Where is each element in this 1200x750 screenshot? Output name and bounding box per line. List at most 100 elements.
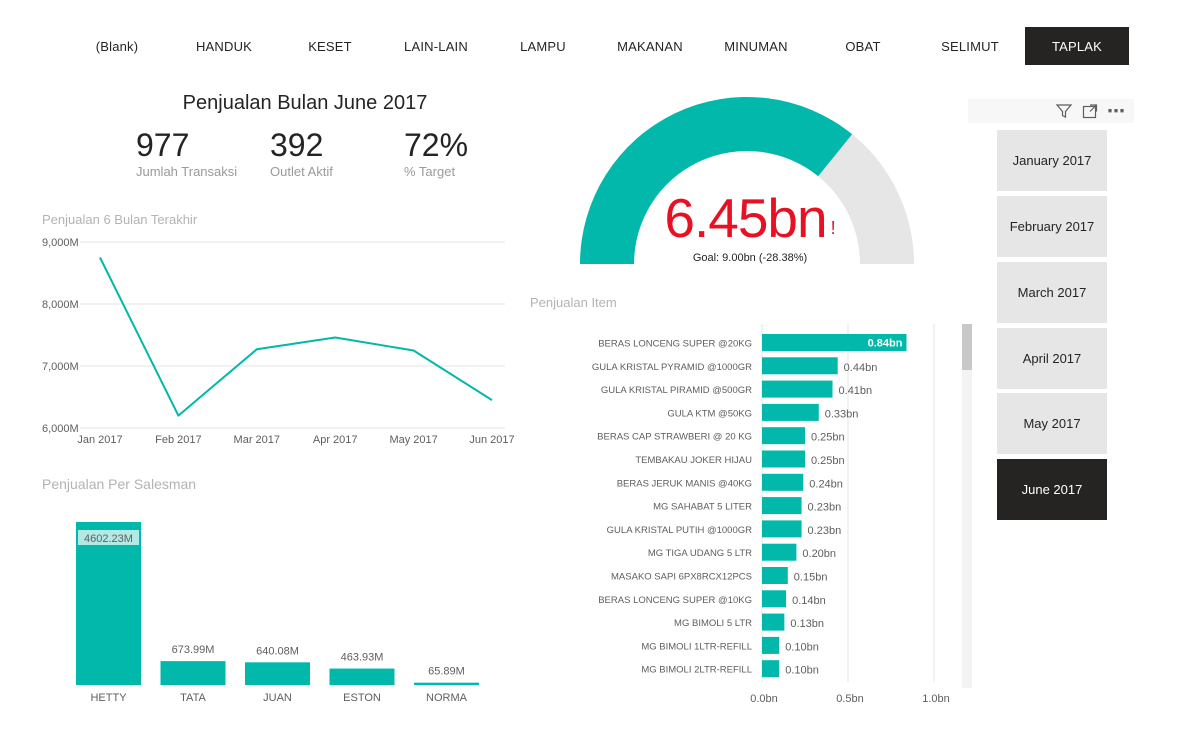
filter-icon[interactable] [1054, 101, 1074, 121]
category-item-taplak[interactable]: TAPLAK [1025, 27, 1129, 65]
item-category-label: BERAS LONCENG SUPER @20KG [598, 339, 752, 350]
item-chart-xtick: 0.5bn [836, 693, 864, 705]
salesman-bar [329, 668, 395, 685]
salesman-category-label: NORMA [426, 692, 468, 704]
item-bar [762, 567, 788, 584]
salesman-bar [245, 662, 310, 685]
item-bar [762, 497, 802, 515]
item-bar-label: 0.33bn [825, 408, 859, 420]
salesman-bar [160, 661, 226, 685]
kpi-active-outlets-value: 392 [270, 127, 324, 163]
month-item-march[interactable]: March 2017 [997, 262, 1107, 323]
item-bar [762, 660, 780, 678]
item-chart-title: Penjualan Item [530, 295, 617, 310]
salesman-chart-title: Penjualan Per Salesman [42, 476, 197, 492]
item-bar-label: 0.24bn [809, 478, 843, 490]
line-chart[interactable]: 9,000M 8,000M 7,000M 6,000MJan 2017 Feb 2017… [0, 228, 530, 453]
item-chart-xtick: 0.0bn [750, 693, 778, 705]
salesman-category-label: HETTY [90, 692, 127, 704]
month-item-june[interactable]: June 2017 [997, 459, 1107, 520]
month-item-february[interactable]: February 2017 [997, 196, 1107, 257]
line-chart-xtick: Jan 2017 [77, 434, 122, 446]
item-bar-label: 0.14bn [792, 595, 826, 607]
item-chart[interactable]: 0.0bn 0.5bn 1.0bn BERAS LONCENG SUPER @20KG… [530, 320, 980, 710]
salesman-bar-label: 640.08M [256, 645, 299, 657]
item-category-label: MG TIGA UDANG 5 LTR [648, 548, 752, 559]
item-bar [762, 613, 785, 631]
gauge-alert-icon: ! [830, 218, 836, 238]
category-item-minuman[interactable]: MINUMAN [704, 27, 808, 65]
gauge-goal: Goal: 9.00bn (-28.38%) [692, 252, 808, 264]
item-category-label: BERAS LONCENG SUPER @10KG [598, 595, 752, 606]
item-bar-label: 0.20bn [802, 548, 836, 560]
item-chart-scrollbar[interactable] [962, 324, 972, 688]
item-bar-label: 0.44bn [844, 362, 878, 374]
category-item-keset[interactable]: KESET [278, 27, 382, 65]
category-item-blank[interactable]: (Blank) [73, 27, 161, 65]
gauge-value-text: 6.45bn [664, 187, 827, 249]
item-bar [762, 450, 805, 468]
kpi-target: 72% % Target [404, 127, 468, 179]
item-bar [762, 473, 804, 491]
line-chart-ytick: 9,000M [42, 237, 79, 249]
kpi-title: Penjualan Bulan June 2017 [182, 92, 428, 114]
kpi-transactions: 977 Jumlah Transaksi [136, 127, 237, 179]
category-item-selimut[interactable]: SELIMUT [918, 27, 1022, 65]
item-category-label: MG SAHABAT 5 LITER [653, 502, 752, 513]
kpi-target-value: 72% [404, 127, 469, 163]
kpi-transactions-value: 977 [136, 127, 190, 163]
item-bar [762, 357, 838, 375]
item-bar-label: 0.41bn [839, 385, 873, 397]
item-bar-label: 0.10bn [785, 641, 819, 653]
item-category-label: MG BIMOLI 1LTR-REFILL [641, 641, 752, 652]
salesman-category-label: ESTON [343, 692, 381, 704]
item-chart-xtick: 1.0bn [922, 693, 950, 705]
item-category-label: BERAS CAP STRAWBERI @ 20 KG [597, 432, 752, 443]
month-item-january[interactable]: January 2017 [997, 130, 1107, 191]
item-bar-label: 0.84bn [868, 338, 903, 350]
kpi-transactions-label: Jumlah Transaksi [136, 164, 238, 179]
category-item-makanan[interactable]: MAKANAN [598, 27, 702, 65]
line-chart-ytick: 6,000M [42, 423, 79, 435]
line-chart-xtick: Mar 2017 [234, 434, 280, 446]
item-bar [762, 636, 780, 654]
salesman-bar-label: 463.93M [341, 652, 384, 664]
item-bar [762, 403, 819, 421]
item-category-label: MG BIMOLI 5 LTR [674, 618, 752, 629]
salesman-chart[interactable]: 4602.23M HETTY 673.99M TATA 640.08M JUAN 463.9… [0, 500, 520, 715]
item-bar-label: 0.25bn [811, 432, 845, 444]
salesman-category-label: TATA [180, 692, 206, 704]
item-category-label: MG BIMOLI 2LTR-REFILL [641, 665, 752, 676]
item-bar [762, 590, 787, 608]
line-chart-ytick: 7,000M [42, 361, 79, 373]
category-item-handuk[interactable]: HANDUK [172, 27, 276, 65]
month-item-april[interactable]: April 2017 [997, 328, 1107, 389]
line-chart-series [99, 257, 493, 417]
gauge-value: 6.45bn! [655, 188, 845, 248]
item-bar-label: 0.23bn [808, 502, 842, 514]
item-category-label: GULA KRISTAL PIRAMID @500GR [601, 385, 752, 396]
category-item-lain-lain[interactable]: LAIN-LAIN [384, 27, 488, 65]
month-item-may[interactable]: May 2017 [997, 393, 1107, 454]
item-category-label: GULA KRISTAL PUTIH @1000GR [607, 525, 752, 536]
item-category-label: GULA KRISTAL PYRAMID @1000GR [592, 362, 752, 373]
category-item-obat[interactable]: OBAT [811, 27, 915, 65]
salesman-bar-label: 673.99M [172, 644, 215, 656]
salesman-category-label: JUAN [263, 692, 292, 704]
focus-mode-icon[interactable] [1080, 101, 1100, 121]
line-chart-xtick: Jun 2017 [469, 434, 514, 446]
item-chart-scrollbar-thumb[interactable] [962, 324, 972, 370]
item-bar [762, 427, 805, 445]
line-chart-xtick: Feb 2017 [155, 434, 201, 446]
item-bar [762, 380, 833, 398]
line-chart-ytick: 8,000M [42, 299, 79, 311]
item-bar-label: 0.15bn [794, 572, 828, 584]
item-category-label: MASAKO SAPI 6PX8RCX12PCS [611, 572, 752, 583]
more-options-icon[interactable]: ⋯ [1106, 101, 1126, 121]
item-bar-label: 0.23bn [808, 525, 842, 537]
category-item-lampu[interactable]: LAMPU [491, 27, 595, 65]
item-category-label: GULA KTM @50KG [667, 408, 752, 419]
item-bar-label: 0.13bn [790, 618, 824, 630]
kpi-active-outlets: 392 Outlet Aktif [270, 127, 333, 179]
salesman-bar [414, 682, 479, 685]
